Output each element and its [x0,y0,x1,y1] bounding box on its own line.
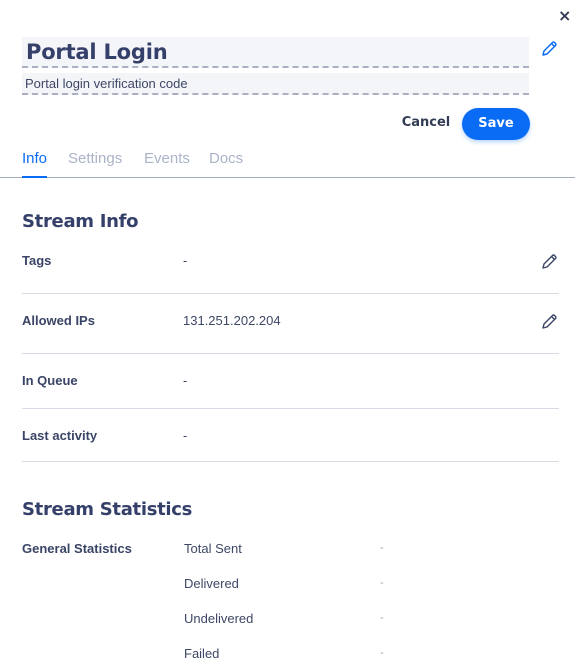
undelivered-value: - [380,612,384,624]
allowed-ips-value: 131.251.202.204 [183,313,281,328]
delivered-label: Delivered [184,576,239,591]
in-queue-value: - [183,373,188,388]
tags-label: Tags [22,253,52,268]
title-text: Portal Login [26,40,168,64]
tab-info[interactable]: Info [22,150,48,178]
allowed-ips-label: Allowed IPs [22,313,95,328]
close-button[interactable]: × [558,8,572,24]
tab-docs[interactable]: Docs [209,150,243,178]
row-divider [22,353,559,354]
description-input[interactable]: Portal login verification code [22,73,529,95]
stream-statistics-heading: Stream Statistics [22,499,193,520]
edit-tags-pencil-icon[interactable] [540,253,558,271]
in-queue-label: In Queue [22,373,78,388]
stream-info-heading: Stream Info [22,211,139,232]
undelivered-label: Undelivered [184,611,254,626]
last-activity-label: Last activity [22,428,98,443]
delivered-value: - [380,577,384,589]
tab-settings[interactable]: Settings [68,150,122,178]
title-input[interactable]: Portal Login [22,37,529,68]
tab-events[interactable]: Events [144,150,190,178]
row-divider [22,293,559,294]
total-sent-value: - [380,542,384,554]
pencil-icon[interactable] [540,40,558,58]
save-button[interactable]: Save [462,108,530,140]
row-divider [22,408,559,409]
tags-value: - [183,253,188,268]
edit-allowed-ips-pencil-icon[interactable] [540,313,558,331]
general-statistics-label: General Statistics [22,541,132,556]
total-sent-label: Total Sent [184,541,242,556]
cancel-button[interactable]: Cancel [395,112,457,134]
last-activity-value: - [183,428,188,443]
failed-value: - [380,647,384,659]
row-divider [22,461,559,462]
description-text: Portal login verification code [25,76,188,91]
tab-bar: Info Settings Events Docs [0,146,575,178]
failed-label: Failed [184,646,220,661]
close-icon: × [558,6,572,25]
